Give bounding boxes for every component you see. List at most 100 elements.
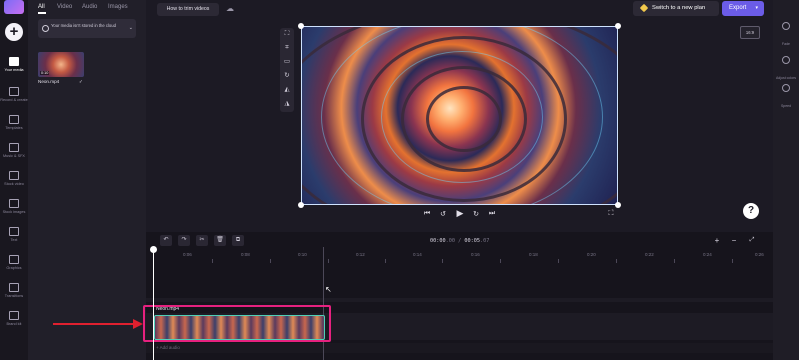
tab-audio[interactable]: Audio xyxy=(82,4,97,10)
rail-item-label: Fade xyxy=(782,42,790,46)
add-media-button[interactable]: + xyxy=(5,23,23,41)
rewind-5-icon[interactable]: ↺ xyxy=(438,210,448,218)
tab-underline xyxy=(38,12,46,14)
tab-all[interactable]: All xyxy=(38,4,45,10)
rail-item-stock-images[interactable]: Stock images xyxy=(0,199,28,215)
time-total-frac: .07 xyxy=(480,238,490,244)
tab-images[interactable]: Images xyxy=(108,4,128,10)
rail-item-label: Record & create xyxy=(0,98,28,102)
rail-item-label: Adjust colors xyxy=(775,76,797,80)
diamond-icon xyxy=(639,3,649,13)
duplicate-icon[interactable]: ⧉ xyxy=(232,235,244,246)
redo-icon[interactable]: ↷ xyxy=(178,235,190,246)
undo-icon[interactable]: ↶ xyxy=(160,235,172,246)
rail-item-brand-kit[interactable]: Brand kit xyxy=(0,311,28,327)
rail-item-music[interactable]: Music & SFX xyxy=(0,143,28,159)
tick-mark xyxy=(500,259,501,263)
shapes-icon xyxy=(9,255,19,264)
rail-item-your-media[interactable]: Your media xyxy=(0,57,28,73)
tick-mark xyxy=(732,259,733,263)
resize-handle[interactable] xyxy=(298,202,304,208)
text-icon xyxy=(9,227,19,236)
rail-item-templates[interactable]: Templates xyxy=(0,115,28,131)
forward-5-icon[interactable]: ↻ xyxy=(471,210,481,218)
resize-handle[interactable] xyxy=(615,202,621,208)
time-total: 00:05 xyxy=(464,238,480,244)
rail-item-text[interactable]: Text xyxy=(0,227,28,243)
rail-item-record[interactable]: Record & create xyxy=(0,87,28,103)
selection-frame xyxy=(301,26,618,205)
rotate-icon[interactable]: ↻ xyxy=(283,72,291,80)
transitions-icon xyxy=(9,283,19,292)
delete-icon[interactable]: 🗑 xyxy=(214,235,226,246)
tick-mark xyxy=(212,259,213,263)
project-title[interactable]: How to trim videos xyxy=(157,3,219,16)
annotation-arrow xyxy=(53,323,137,325)
resize-handle[interactable] xyxy=(615,23,621,29)
chevron-down-icon[interactable]: ⌄ xyxy=(129,25,133,31)
tick-mark xyxy=(385,259,386,263)
fit-icon[interactable]: ⛶ xyxy=(283,30,291,38)
audio-track[interactable] xyxy=(146,343,773,353)
rail-item-speed[interactable]: Speed xyxy=(773,84,799,112)
properties-rail xyxy=(773,0,799,360)
rail-item-label: Your media xyxy=(4,68,24,72)
cloud-notice[interactable]: Your media isn't stored in the cloud ⌄ xyxy=(38,19,136,38)
fullscreen-icon[interactable]: ⛶ xyxy=(606,210,616,218)
tick-mark xyxy=(328,259,329,263)
tab-video[interactable]: Video xyxy=(57,4,72,10)
tick-mark xyxy=(442,259,443,263)
media-file-name: Neon.mp4 xyxy=(38,79,60,84)
pip-icon[interactable]: ▭ xyxy=(283,58,291,66)
tick-label: 0:08 xyxy=(241,252,250,257)
rail-item-fade[interactable]: Fade xyxy=(773,22,799,50)
app-logo[interactable] xyxy=(4,0,24,14)
add-audio-label[interactable]: + Add audio xyxy=(156,345,180,350)
templates-icon xyxy=(9,115,19,124)
rail-item-label: Speed xyxy=(780,104,792,108)
switch-plan-button[interactable]: Switch to a new plan xyxy=(633,1,719,16)
crop-icon[interactable]: ⌗ xyxy=(283,44,291,52)
media-duration: 0:10 xyxy=(40,71,50,75)
flip-vertical-icon[interactable]: ◮ xyxy=(283,100,291,108)
rail-item-stock-video[interactable]: Stock video xyxy=(0,171,28,187)
film-icon xyxy=(9,171,19,180)
zoom-out-icon[interactable]: − xyxy=(728,235,740,246)
skip-forward-icon[interactable]: ⏭ xyxy=(487,210,497,218)
help-button[interactable]: ? xyxy=(743,203,759,219)
fit-timeline-icon[interactable]: ⤢ xyxy=(746,235,758,246)
timecode: 00:00.00 / 00:05.07 xyxy=(430,238,489,244)
export-label: Export xyxy=(729,5,747,11)
play-icon[interactable]: ▶ xyxy=(455,208,465,219)
camera-icon xyxy=(9,87,19,96)
tick-label: 0:12 xyxy=(356,252,365,257)
rail-item-label: Graphics xyxy=(6,266,22,270)
time-separator: / xyxy=(455,238,465,244)
cloud-off-icon[interactable]: ☁ xyxy=(226,4,235,13)
resize-handle[interactable] xyxy=(298,23,304,29)
media-thumbnail[interactable]: 0:10 xyxy=(38,52,84,77)
rail-item-label: Stock images xyxy=(2,210,26,214)
tick-label: 0:10 xyxy=(298,252,307,257)
brand-kit-icon xyxy=(9,311,19,320)
track-row xyxy=(146,298,773,302)
flip-icon[interactable]: ◭ xyxy=(283,86,291,94)
export-button[interactable]: Export ▾ xyxy=(722,1,764,16)
tick-label: 0:06 xyxy=(183,252,192,257)
playhead[interactable] xyxy=(153,247,154,360)
rail-item-label: Transitions xyxy=(4,294,24,298)
tick-label: 0:24 xyxy=(703,252,712,257)
mouse-cursor-icon: ↖ xyxy=(325,285,332,294)
rail-item-graphics[interactable]: Graphics xyxy=(0,255,28,271)
fade-icon xyxy=(782,22,790,30)
aspect-ratio-button[interactable]: 16:9 xyxy=(740,26,760,39)
playhead-handle[interactable] xyxy=(150,246,157,253)
tick-label: 0:16 xyxy=(471,252,480,257)
folder-icon xyxy=(9,57,19,66)
annotation-arrow-head xyxy=(133,319,143,329)
rail-item-transitions[interactable]: Transitions xyxy=(0,283,28,299)
rail-item-adjust-colors[interactable]: Adjust colors xyxy=(773,56,799,84)
split-icon[interactable]: ✂ xyxy=(196,235,208,246)
skip-back-icon[interactable]: ⏮ xyxy=(422,210,432,218)
zoom-in-icon[interactable]: + xyxy=(711,235,723,246)
